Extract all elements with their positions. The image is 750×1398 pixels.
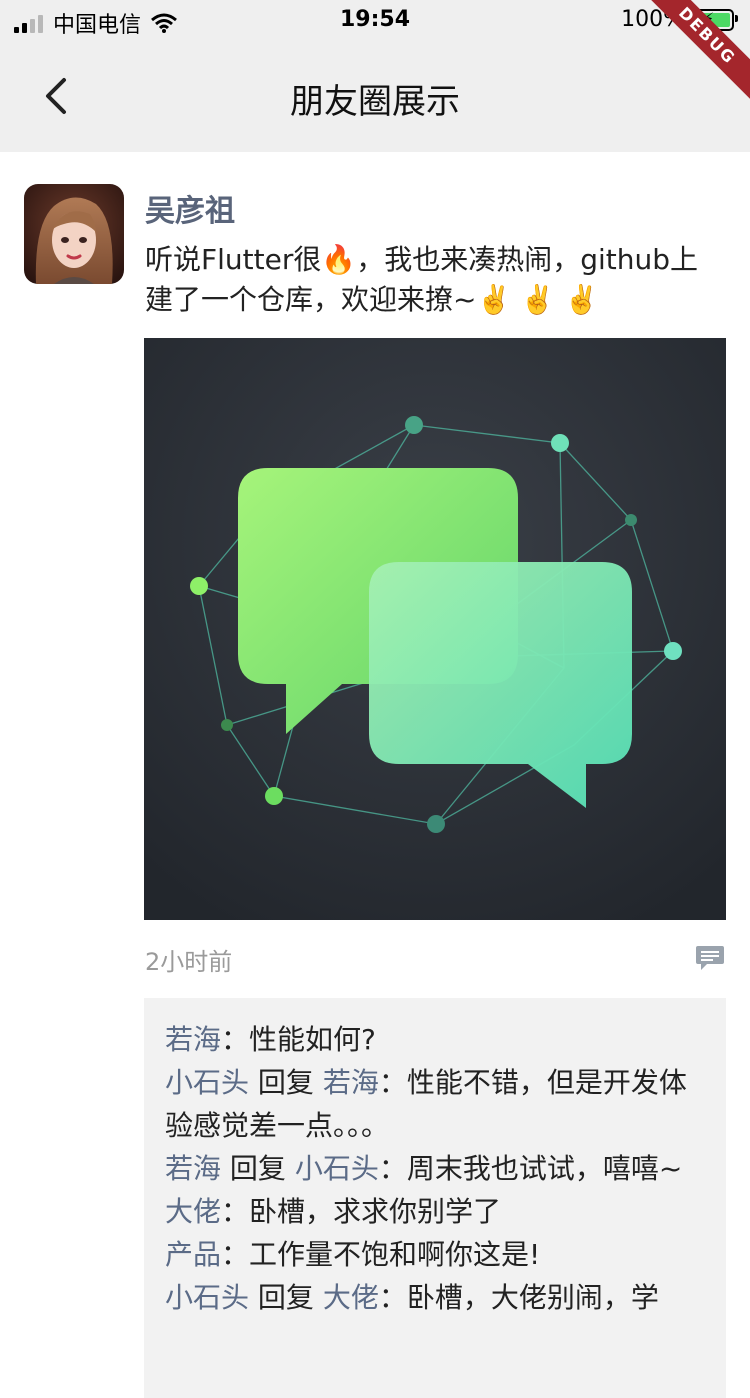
status-bar: 中国电信 19:54 100% ⚡ bbox=[0, 0, 750, 40]
nav-bar: 朋友圈展示 bbox=[0, 40, 750, 152]
comment-item[interactable]: 若海 回复 小石头：周末我也试试，嘻嘻~ bbox=[165, 1147, 706, 1190]
comment-item[interactable]: 小石头 回复 大佬：卧槽，大佬别闹，学 bbox=[165, 1276, 706, 1319]
comment-list: 若海：性能如何? 小石头 回复 若海：性能不错，但是开发体验感觉差一点。。。 若… bbox=[144, 998, 726, 1319]
post-username[interactable]: 吴彦祖 bbox=[145, 186, 235, 230]
comments-panel: 若海：性能如何? 小石头 回复 若海：性能不错，但是开发体验感觉差一点。。。 若… bbox=[144, 998, 726, 1398]
comment-icon[interactable] bbox=[695, 944, 725, 972]
comment-item[interactable]: 产品：工作量不饱和啊你这是! bbox=[165, 1233, 706, 1276]
page-title: 朋友圈展示 bbox=[290, 82, 460, 122]
comment-item[interactable]: 大佬：卧槽，求求你别学了 bbox=[165, 1190, 706, 1233]
avatar[interactable] bbox=[24, 184, 124, 284]
post-content: 听说Flutter很🔥，我也来凑热闹，github上建了一个仓库，欢迎来撩~✌️… bbox=[145, 243, 698, 316]
comment-item[interactable]: 若海：性能如何? bbox=[165, 1018, 706, 1061]
post-timestamp: 2小时前 bbox=[145, 948, 233, 976]
post-image[interactable] bbox=[144, 338, 726, 920]
comment-item[interactable]: 小石头 回复 若海：性能不错，但是开发体验感觉差一点。。。 bbox=[165, 1061, 706, 1147]
